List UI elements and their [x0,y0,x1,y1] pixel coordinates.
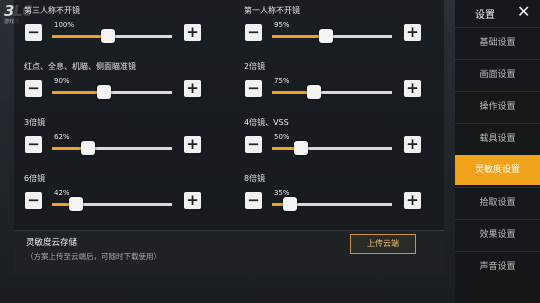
sidebar-item-effects[interactable]: 效果设置 [455,219,540,250]
sidebar-item-controls[interactable]: 操作设置 [455,91,540,122]
slider-track[interactable] [52,197,172,211]
upload-cloud-button[interactable]: 上传云端 [350,234,416,254]
slider-track[interactable] [272,141,392,155]
sidebar-title: 设置 [475,10,495,21]
slider-value: 50% [274,133,290,141]
sensitivity-panel: 第三人称不开镜 − 100% + 第一人称不开镜 − 95% + 红点、全息、机… [14,0,444,230]
decrease-button[interactable]: − [25,80,42,97]
increase-button[interactable]: + [184,24,201,41]
increase-button[interactable]: + [404,24,421,41]
slider-handle[interactable] [69,197,83,211]
decrease-button[interactable]: − [25,136,42,153]
slider-handle[interactable] [307,85,321,99]
close-icon[interactable]: ✕ [517,2,530,22]
decrease-button[interactable]: − [245,136,262,153]
slider-value: 95% [274,21,290,29]
slider-label: 8倍镜 [244,174,266,183]
slider-label: 红点、全息、机瞄、侧面瞄准镜 [24,62,136,71]
slider-value: 90% [54,77,70,85]
slider-label: 第三人称不开镜 [24,6,80,15]
slider-handle[interactable] [293,141,308,155]
slider-track[interactable] [272,197,392,211]
sidebar-item-pickup[interactable]: 拾取设置 [455,187,540,218]
slider-track[interactable] [52,141,172,155]
slider-label: 第一人称不开镜 [244,6,300,15]
slider-handle[interactable] [283,197,297,211]
increase-button[interactable]: + [404,80,421,97]
increase-button[interactable]: + [184,192,201,209]
slider-label: 2倍镜 [244,62,266,71]
sidebar-item-basic[interactable]: 基础设置 [455,27,540,58]
slider-value: 35% [274,189,290,197]
slider-track[interactable] [272,85,392,99]
slider-8x-scope: 8倍镜 − 35% + [234,168,424,224]
slider-value: 75% [274,77,290,85]
slider-6x-scope: 6倍镜 − 42% + [14,168,204,224]
slider-red-dot: 红点、全息、机瞄、侧面瞄准镜 − 90% + [14,56,204,112]
slider-label: 3倍镜 [24,118,46,127]
slider-value: 42% [54,189,70,197]
cloud-storage-description: （方案上传至云端后，可随时下载使用） [26,252,161,261]
decrease-button[interactable]: − [245,24,262,41]
increase-button[interactable]: + [184,136,201,153]
slider-2x-scope: 2倍镜 − 75% + [234,56,424,112]
slider-first-person: 第一人称不开镜 − 95% + [234,0,424,56]
sidebar-item-vehicle[interactable]: 载具设置 [455,123,540,154]
slider-label: 6倍镜 [24,174,46,183]
sidebar-item-sensitivity[interactable]: 灵敏度设置 [455,155,540,185]
slider-3x-scope: 3倍镜 − 62% + [14,112,204,168]
slider-track[interactable] [52,29,172,43]
slider-track[interactable] [52,85,172,99]
slider-track[interactable] [272,29,392,43]
slider-handle[interactable] [101,29,116,43]
slider-third-person: 第三人称不开镜 − 100% + [14,0,204,56]
increase-button[interactable]: + [404,136,421,153]
decrease-button[interactable]: − [25,192,42,209]
cloud-storage-section: 灵敏度云存储 （方案上传至云端后，可随时下载使用） 上传云端 [14,230,444,275]
decrease-button[interactable]: − [245,192,262,209]
increase-button[interactable]: + [404,192,421,209]
slider-value: 100% [54,21,75,29]
settings-sidebar: 设置 ✕ 基础设置 画面设置 操作设置 载具设置 灵敏度设置 拾取设置 效果设置… [455,0,540,303]
slider-4x-scope: 4倍镜、VSS − 50% + [234,112,424,168]
slider-label: 4倍镜、VSS [244,118,289,127]
slider-handle[interactable] [81,141,95,155]
decrease-button[interactable]: − [245,80,262,97]
increase-button[interactable]: + [184,80,201,97]
sidebar-item-sound[interactable]: 声音设置 [455,251,540,282]
cloud-storage-title: 灵敏度云存储 [26,238,78,248]
sidebar-item-graphics[interactable]: 画面设置 [455,59,540,90]
slider-handle[interactable] [96,85,111,99]
slider-handle[interactable] [319,29,333,43]
decrease-button[interactable]: − [25,24,42,41]
slider-value: 62% [54,133,70,141]
